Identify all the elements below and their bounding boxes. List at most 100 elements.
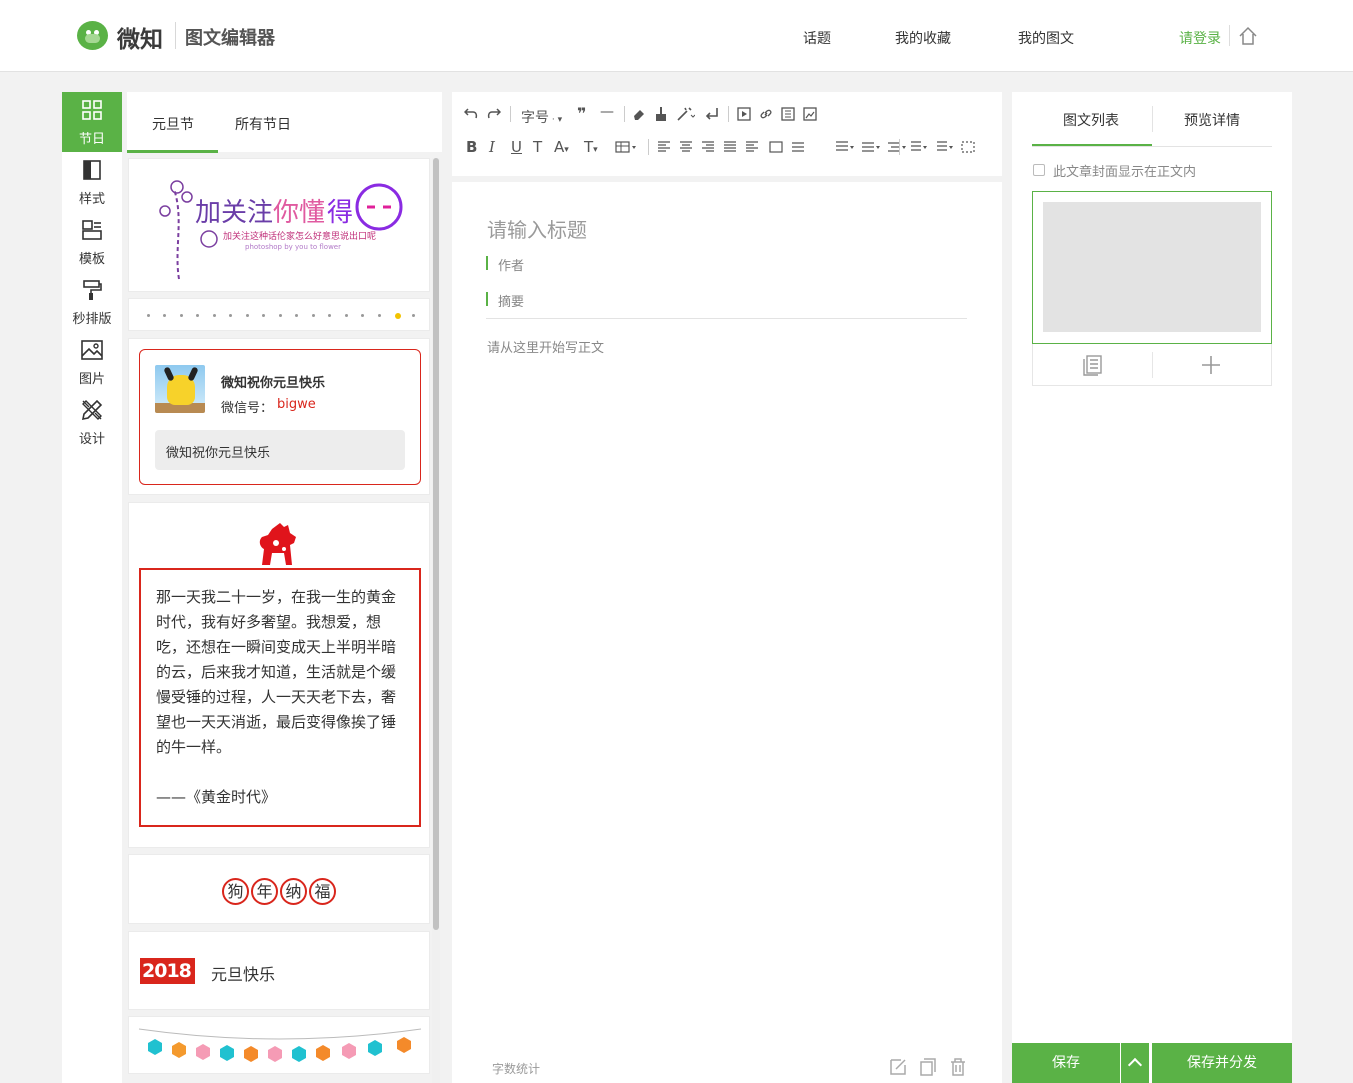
login-link[interactable]: 请登录 <box>1179 28 1221 48</box>
underline-icon[interactable]: U <box>511 138 522 156</box>
home-icon[interactable] <box>1238 26 1258 46</box>
trash-icon[interactable] <box>948 1057 968 1077</box>
nav-favorites[interactable]: 我的收藏 <box>895 28 951 48</box>
blockquote-icon[interactable]: ❞ <box>577 104 586 123</box>
title-input[interactable]: 请输入标题 <box>487 214 587 243</box>
italic-icon[interactable]: I <box>489 138 495 156</box>
word-count-link[interactable]: 字数统计 <box>492 1060 540 1077</box>
nav-my-articles[interactable]: 我的图文 <box>1018 28 1074 48</box>
strikethrough-icon[interactable]: T <box>533 138 542 156</box>
tab-all-festivals[interactable]: 所有节日 <box>235 114 291 134</box>
format-brush-icon[interactable] <box>654 106 668 122</box>
nav-topics[interactable]: 话题 <box>803 28 831 48</box>
summary-input[interactable]: 摘要 <box>498 291 524 310</box>
copy-icon[interactable] <box>918 1057 938 1077</box>
pig-logo-snout <box>85 34 100 43</box>
new-year-text: 元旦快乐 <box>211 965 276 984</box>
font-size-dropdown[interactable]: 字号 · ▾ <box>521 107 562 127</box>
cover-in-body-checkbox[interactable] <box>1033 164 1045 176</box>
svg-text:photoshop by you to flower: photoshop by you to flower <box>245 243 341 251</box>
left-sidebar: 节日 样式 模板 秒排版 图片 设计 <box>62 92 122 1083</box>
video-icon[interactable] <box>737 107 751 121</box>
author-input[interactable]: 作者 <box>498 255 524 274</box>
poem-box: 那一天我二十一岁，在我一生的黄金时代，我有好多奢望。我想爱，想吃，还想在一瞬间变… <box>139 568 421 827</box>
template-card-banner[interactable]: 加关注 你懂 得 加关注这种话伦家怎么好意思说出口呢 photoshop by … <box>128 158 430 292</box>
magic-wand-icon[interactable] <box>677 107 695 121</box>
panel-tabs: 元旦节 所有节日 <box>127 92 442 153</box>
template-card-seals[interactable]: 狗 年 纳 福 <box>128 854 430 924</box>
poem-text: 那一天我二十一岁，在我一生的黄金时代，我有好多奢望。我想爱，想吃，还想在一瞬间变… <box>156 588 397 756</box>
cover-image-placeholder[interactable] <box>1043 202 1261 332</box>
design-tools-icon <box>81 399 103 421</box>
font-color-dropdown[interactable]: A▾ <box>554 138 569 156</box>
add-article-icon[interactable] <box>1200 354 1222 376</box>
template-card-poem[interactable]: 那一天我二十一岁，在我一生的黄金时代，我有好多奢望。我想爱，想吃，还想在一瞬间变… <box>128 502 430 848</box>
tabs-baseline <box>1032 146 1272 147</box>
template-card-dots[interactable] <box>128 298 430 331</box>
horizontal-rule-icon[interactable]: — <box>600 104 614 120</box>
seal-char: 纳 <box>280 878 307 905</box>
actions-divider <box>1152 352 1153 378</box>
sidebar-item-label: 样式 <box>78 192 105 207</box>
template-card-2018[interactable]: 2018 元旦快乐 <box>128 931 430 1010</box>
wechat-id: bigwe <box>277 397 316 412</box>
sidebar-item-style[interactable]: 样式 <box>62 152 122 212</box>
cover-actions <box>1032 344 1272 386</box>
enter-icon[interactable] <box>705 107 719 121</box>
list-dropdowns[interactable] <box>907 140 997 154</box>
nav-divider <box>1229 25 1230 46</box>
tab-new-year[interactable]: 元旦节 <box>152 114 194 134</box>
template-card-lanterns[interactable] <box>128 1016 430 1074</box>
text-block-icon[interactable] <box>781 107 795 121</box>
sidebar-item-quick-layout[interactable]: 秒排版 <box>62 272 122 332</box>
sidebar-item-design[interactable]: 设计 <box>62 392 122 452</box>
body-input[interactable]: 请从这里开始写正文 <box>487 337 604 356</box>
sidebar-item-image[interactable]: 图片 <box>62 332 122 392</box>
editor-toolbar: 字号 · ▾ ❞ — B I U T A▾ T▾ <box>452 92 1002 176</box>
redo-icon[interactable] <box>487 108 501 120</box>
summary-marker <box>486 292 488 306</box>
wechat-profile-box: 微知祝你元旦快乐 微信号： bigwe 微知祝你元旦快乐 <box>139 349 421 485</box>
hanging-lanterns-image <box>138 1028 422 1062</box>
paper-cut-dog-icon <box>259 523 296 565</box>
save-options-chevron-up-icon[interactable] <box>1121 1043 1149 1083</box>
link-icon[interactable] <box>759 107 773 121</box>
paint-roller-icon <box>83 280 102 300</box>
panel-scrollbar-thumb[interactable] <box>433 158 439 930</box>
active-tab-indicator <box>127 150 218 153</box>
table-dropdown[interactable] <box>615 141 637 153</box>
edit-icon[interactable] <box>888 1057 908 1077</box>
template-icon <box>82 220 102 240</box>
sidebar-item-festival[interactable]: 节日 <box>62 92 122 152</box>
svg-text:你懂: 你懂 <box>273 198 325 228</box>
save-button[interactable]: 保存 <box>1012 1043 1120 1083</box>
article-editor[interactable]: 请输入标题 作者 摘要 请从这里开始写正文 字数统计 <box>452 182 1002 1083</box>
sidebar-item-template[interactable]: 模板 <box>62 212 122 272</box>
bold-icon[interactable]: B <box>466 138 477 156</box>
tab-preview[interactable]: 预览详情 <box>1184 110 1240 130</box>
wechat-message-text: 微知祝你元旦快乐 <box>166 446 271 461</box>
sidebar-item-label: 图片 <box>78 372 105 387</box>
background-color-dropdown[interactable]: T▾ <box>584 138 598 156</box>
editor-divider <box>486 318 967 319</box>
eraser-icon[interactable] <box>632 107 646 121</box>
year-badge: 2018 <box>140 958 195 984</box>
svg-text:加关注: 加关注 <box>195 198 273 228</box>
insert-image-icon[interactable] <box>803 107 817 121</box>
sidebar-item-label: 模板 <box>78 252 105 267</box>
template-panel: 元旦节 所有节日 加关注 你懂 得 加关注这种话伦家怎么好意思说出口呢 phot… <box>127 92 442 1083</box>
article-cover-card[interactable] <box>1032 191 1272 344</box>
cover-in-body-label: 此文章封面显示在正文内 <box>1053 165 1197 180</box>
brand-name[interactable]: 微知 <box>117 20 163 54</box>
template-card-wechat[interactable]: 微知祝你元旦快乐 微信号： bigwe 微知祝你元旦快乐 <box>128 338 430 495</box>
article-list-icon[interactable] <box>1082 354 1104 376</box>
alignment-icons[interactable] <box>657 140 817 154</box>
tab-divider <box>1152 106 1153 132</box>
undo-icon[interactable] <box>464 108 478 120</box>
sidebar-item-label: 设计 <box>78 432 105 447</box>
author-marker <box>486 256 488 270</box>
save-and-share-button[interactable]: 保存并分发 <box>1152 1043 1292 1083</box>
wechat-account-name: 微知祝你元旦快乐 <box>221 376 326 391</box>
tab-article-list[interactable]: 图文列表 <box>1063 110 1119 130</box>
follow-banner-image: 加关注 你懂 得 加关注这种话伦家怎么好意思说出口呢 photoshop by … <box>159 180 403 280</box>
